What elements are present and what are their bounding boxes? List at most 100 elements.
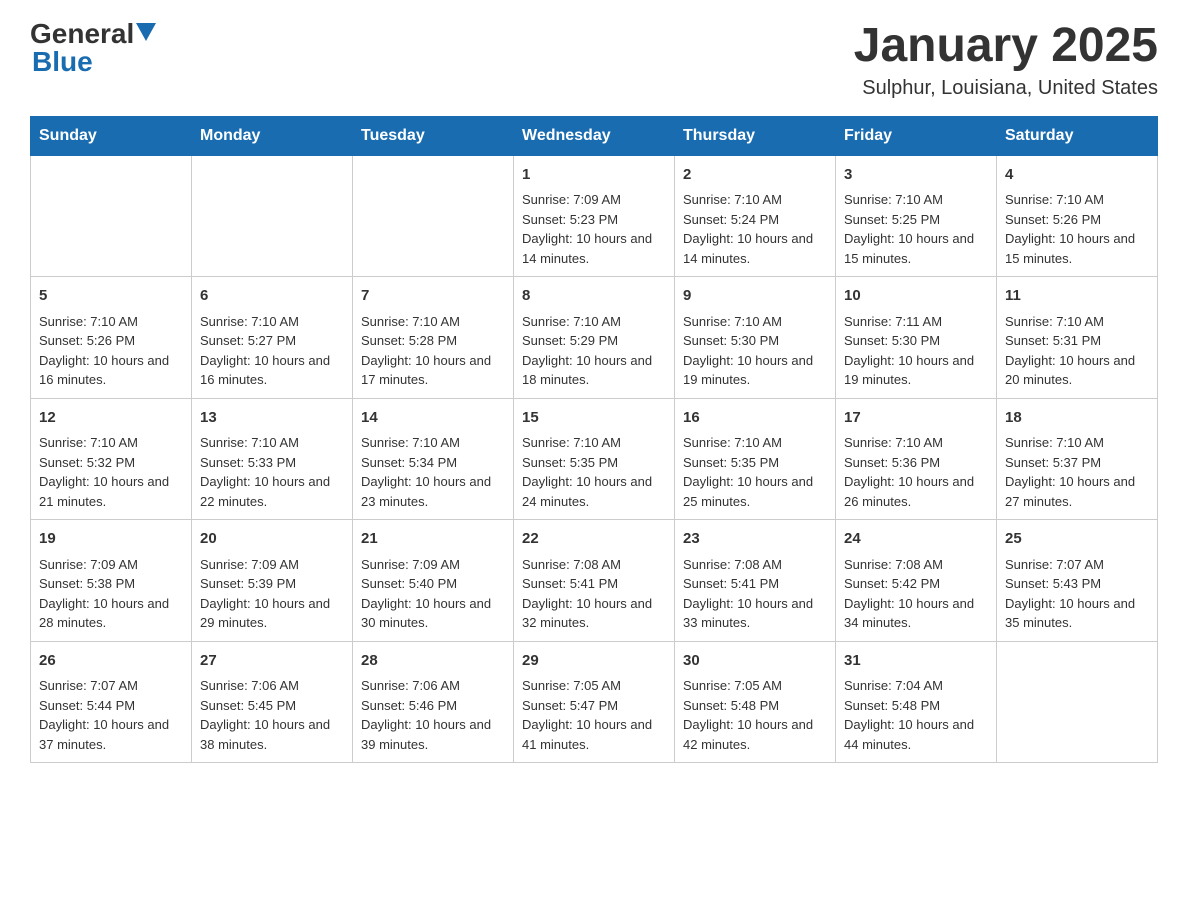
day-info: Sunrise: 7:10 AMSunset: 5:35 PMDaylight:…	[683, 433, 827, 511]
calendar-week-row: 12 Sunrise: 7:10 AMSunset: 5:32 PMDayligh…	[31, 398, 1158, 520]
day-number: 30	[683, 650, 827, 673]
weekday-header: Friday	[836, 116, 997, 155]
day-number: 10	[844, 285, 988, 308]
day-number: 16	[683, 407, 827, 430]
calendar-cell: 14 Sunrise: 7:10 AMSunset: 5:34 PMDayligh…	[353, 398, 514, 520]
calendar-body: 1 Sunrise: 7:09 AMSunset: 5:23 PMDaylight…	[31, 155, 1158, 763]
day-number: 19	[39, 528, 183, 551]
calendar-table: SundayMondayTuesdayWednesdayThursdayFrid…	[30, 116, 1158, 764]
logo: General Blue	[30, 20, 156, 76]
calendar-cell: 3 Sunrise: 7:10 AMSunset: 5:25 PMDaylight…	[836, 155, 997, 277]
day-info: Sunrise: 7:10 AMSunset: 5:25 PMDaylight:…	[844, 190, 988, 268]
calendar-cell: 9 Sunrise: 7:10 AMSunset: 5:30 PMDaylight…	[675, 277, 836, 399]
day-number: 6	[200, 285, 344, 308]
calendar-cell	[31, 155, 192, 277]
day-number: 28	[361, 650, 505, 673]
calendar-cell: 15 Sunrise: 7:10 AMSunset: 5:35 PMDayligh…	[514, 398, 675, 520]
day-info: Sunrise: 7:10 AMSunset: 5:35 PMDaylight:…	[522, 433, 666, 511]
day-info: Sunrise: 7:10 AMSunset: 5:24 PMDaylight:…	[683, 190, 827, 268]
day-info: Sunrise: 7:10 AMSunset: 5:28 PMDaylight:…	[361, 312, 505, 390]
calendar-cell: 20 Sunrise: 7:09 AMSunset: 5:39 PMDayligh…	[192, 520, 353, 642]
day-info: Sunrise: 7:10 AMSunset: 5:27 PMDaylight:…	[200, 312, 344, 390]
day-info: Sunrise: 7:08 AMSunset: 5:41 PMDaylight:…	[683, 555, 827, 633]
day-number: 7	[361, 285, 505, 308]
day-info: Sunrise: 7:09 AMSunset: 5:39 PMDaylight:…	[200, 555, 344, 633]
weekday-header: Monday	[192, 116, 353, 155]
day-info: Sunrise: 7:10 AMSunset: 5:33 PMDaylight:…	[200, 433, 344, 511]
day-info: Sunrise: 7:11 AMSunset: 5:30 PMDaylight:…	[844, 312, 988, 390]
day-number: 25	[1005, 528, 1149, 551]
day-number: 24	[844, 528, 988, 551]
title-block: January 2025 Sulphur, Louisiana, United …	[854, 20, 1158, 100]
day-number: 21	[361, 528, 505, 551]
weekday-header: Wednesday	[514, 116, 675, 155]
day-info: Sunrise: 7:07 AMSunset: 5:44 PMDaylight:…	[39, 676, 183, 754]
day-info: Sunrise: 7:10 AMSunset: 5:32 PMDaylight:…	[39, 433, 183, 511]
day-info: Sunrise: 7:10 AMSunset: 5:30 PMDaylight:…	[683, 312, 827, 390]
calendar-cell: 24 Sunrise: 7:08 AMSunset: 5:42 PMDayligh…	[836, 520, 997, 642]
day-number: 12	[39, 407, 183, 430]
day-number: 20	[200, 528, 344, 551]
day-number: 26	[39, 650, 183, 673]
day-info: Sunrise: 7:10 AMSunset: 5:26 PMDaylight:…	[1005, 190, 1149, 268]
calendar-cell: 12 Sunrise: 7:10 AMSunset: 5:32 PMDayligh…	[31, 398, 192, 520]
day-info: Sunrise: 7:09 AMSunset: 5:40 PMDaylight:…	[361, 555, 505, 633]
calendar-cell: 16 Sunrise: 7:10 AMSunset: 5:35 PMDayligh…	[675, 398, 836, 520]
day-number: 3	[844, 164, 988, 187]
weekday-header: Sunday	[31, 116, 192, 155]
calendar-title: January 2025	[854, 20, 1158, 73]
day-info: Sunrise: 7:10 AMSunset: 5:26 PMDaylight:…	[39, 312, 183, 390]
day-info: Sunrise: 7:10 AMSunset: 5:34 PMDaylight:…	[361, 433, 505, 511]
day-number: 17	[844, 407, 988, 430]
day-number: 13	[200, 407, 344, 430]
day-number: 27	[200, 650, 344, 673]
weekday-row: SundayMondayTuesdayWednesdayThursdayFrid…	[31, 116, 1158, 155]
day-number: 29	[522, 650, 666, 673]
calendar-cell: 21 Sunrise: 7:09 AMSunset: 5:40 PMDayligh…	[353, 520, 514, 642]
day-info: Sunrise: 7:10 AMSunset: 5:29 PMDaylight:…	[522, 312, 666, 390]
day-info: Sunrise: 7:09 AMSunset: 5:38 PMDaylight:…	[39, 555, 183, 633]
day-info: Sunrise: 7:08 AMSunset: 5:42 PMDaylight:…	[844, 555, 988, 633]
calendar-cell: 26 Sunrise: 7:07 AMSunset: 5:44 PMDayligh…	[31, 641, 192, 763]
calendar-cell: 1 Sunrise: 7:09 AMSunset: 5:23 PMDaylight…	[514, 155, 675, 277]
day-number: 23	[683, 528, 827, 551]
calendar-cell: 8 Sunrise: 7:10 AMSunset: 5:29 PMDaylight…	[514, 277, 675, 399]
calendar-cell: 19 Sunrise: 7:09 AMSunset: 5:38 PMDayligh…	[31, 520, 192, 642]
day-info: Sunrise: 7:07 AMSunset: 5:43 PMDaylight:…	[1005, 555, 1149, 633]
day-info: Sunrise: 7:05 AMSunset: 5:48 PMDaylight:…	[683, 676, 827, 754]
day-number: 18	[1005, 407, 1149, 430]
calendar-week-row: 26 Sunrise: 7:07 AMSunset: 5:44 PMDayligh…	[31, 641, 1158, 763]
calendar-cell: 23 Sunrise: 7:08 AMSunset: 5:41 PMDayligh…	[675, 520, 836, 642]
page-header: General Blue January 2025 Sulphur, Louis…	[30, 20, 1158, 100]
day-info: Sunrise: 7:08 AMSunset: 5:41 PMDaylight:…	[522, 555, 666, 633]
day-info: Sunrise: 7:06 AMSunset: 5:46 PMDaylight:…	[361, 676, 505, 754]
calendar-cell	[192, 155, 353, 277]
day-number: 15	[522, 407, 666, 430]
day-info: Sunrise: 7:05 AMSunset: 5:47 PMDaylight:…	[522, 676, 666, 754]
day-number: 22	[522, 528, 666, 551]
calendar-cell: 29 Sunrise: 7:05 AMSunset: 5:47 PMDayligh…	[514, 641, 675, 763]
logo-blue-text: Blue	[32, 46, 93, 77]
weekday-header: Tuesday	[353, 116, 514, 155]
calendar-cell	[997, 641, 1158, 763]
day-info: Sunrise: 7:10 AMSunset: 5:37 PMDaylight:…	[1005, 433, 1149, 511]
day-info: Sunrise: 7:10 AMSunset: 5:31 PMDaylight:…	[1005, 312, 1149, 390]
day-number: 2	[683, 164, 827, 187]
day-info: Sunrise: 7:09 AMSunset: 5:23 PMDaylight:…	[522, 190, 666, 268]
day-number: 1	[522, 164, 666, 187]
day-number: 14	[361, 407, 505, 430]
day-number: 8	[522, 285, 666, 308]
calendar-cell: 4Sunrise: 7:10 AMSunset: 5:26 PMDaylight…	[997, 155, 1158, 277]
calendar-week-row: 5Sunrise: 7:10 AMSunset: 5:26 PMDaylight…	[31, 277, 1158, 399]
calendar-cell: 7 Sunrise: 7:10 AMSunset: 5:28 PMDaylight…	[353, 277, 514, 399]
logo-triangle-icon	[136, 23, 156, 41]
calendar-cell: 22 Sunrise: 7:08 AMSunset: 5:41 PMDayligh…	[514, 520, 675, 642]
calendar-cell: 11Sunrise: 7:10 AMSunset: 5:31 PMDayligh…	[997, 277, 1158, 399]
calendar-cell: 18 Sunrise: 7:10 AMSunset: 5:37 PMDayligh…	[997, 398, 1158, 520]
calendar-cell: 27Sunrise: 7:06 AMSunset: 5:45 PMDayligh…	[192, 641, 353, 763]
calendar-cell: 10 Sunrise: 7:11 AMSunset: 5:30 PMDayligh…	[836, 277, 997, 399]
calendar-week-row: 19 Sunrise: 7:09 AMSunset: 5:38 PMDayligh…	[31, 520, 1158, 642]
weekday-header: Thursday	[675, 116, 836, 155]
calendar-cell	[353, 155, 514, 277]
day-number: 9	[683, 285, 827, 308]
